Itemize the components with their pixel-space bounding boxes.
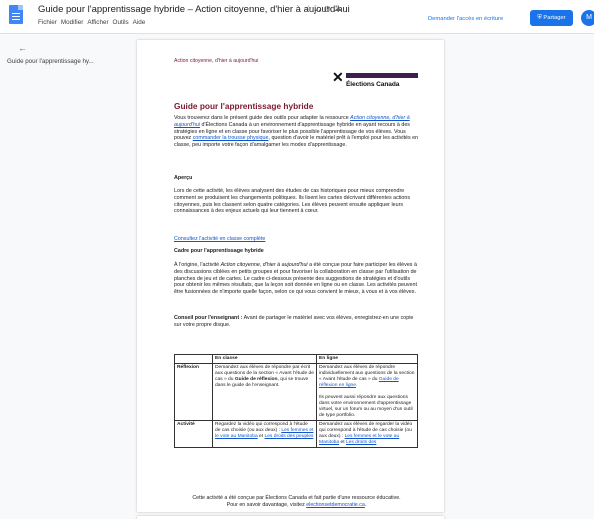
- back-arrow-icon[interactable]: ←: [18, 43, 27, 53]
- apercu-heading: Aperçu: [174, 175, 193, 181]
- menu-bar: Fichier Modifier Afficher Outils Aide: [38, 19, 149, 26]
- outline-item[interactable]: Guide pour l'apprentissage hy...: [7, 58, 94, 65]
- col-online: En ligne: [316, 354, 418, 364]
- menu-view[interactable]: Afficher: [87, 19, 108, 26]
- row-head-activite: Activité: [174, 419, 213, 448]
- hybrid-framework-table: En classe En ligne Réflexion Demandez au…: [174, 354, 418, 448]
- menu-file[interactable]: Fichier: [38, 19, 57, 26]
- cloud-status-icon[interactable]: ☁: [334, 4, 345, 13]
- menu-tools[interactable]: Outils: [113, 19, 129, 26]
- share-button[interactable]: ⛨ Partager: [530, 10, 573, 26]
- elections-canada-logo: ✕ Élections Canada: [332, 70, 418, 91]
- version-history-icon[interactable]: ◷: [324, 4, 334, 13]
- teacher-tip: Conseil pour l'enseignant : Avant de par…: [174, 315, 414, 328]
- docs-logo-icon[interactable]: [9, 5, 23, 24]
- cell-reflexion-class: Demandez aux élèves de répondre par écri…: [212, 362, 317, 421]
- request-edit-access-button[interactable]: Demander l'accès en écriture: [428, 11, 503, 27]
- page-title: Guide pour l'apprentissage hybride: [174, 101, 314, 111]
- top-bar: Guide pour l'apprentissage hybride – Act…: [0, 0, 594, 34]
- logo-text: Élections Canada: [346, 81, 400, 88]
- consult-activity-link[interactable]: Consultez l'activité en classe complète: [174, 236, 265, 242]
- star-icon[interactable]: ☆: [305, 4, 315, 13]
- tagline: Action citoyenne, d'hier à aujourd'hui: [174, 58, 259, 64]
- logo-bar: [346, 73, 418, 78]
- menu-edit[interactable]: Modifier: [61, 19, 83, 26]
- cadre-heading: Cadre pour l'apprentissage hybride: [174, 248, 264, 254]
- order-kit-link[interactable]: commander la trousse physique: [193, 135, 269, 141]
- document-page: Action citoyenne, d'hier à aujourd'hui ✕…: [137, 40, 444, 512]
- table-header-row: En classe En ligne: [174, 354, 418, 364]
- elections-website-link[interactable]: electionsetdemocratie.ca: [306, 502, 365, 508]
- table-row: Réflexion Demandez aux élèves de répondr…: [174, 362, 418, 421]
- logo-mark: ✕: [332, 71, 344, 86]
- consult-activity-link-wrap: Consultez l'activité en classe complète: [174, 236, 419, 243]
- cell-activite-class: Regardez la vidéo qui correspond à l'étu…: [212, 419, 317, 448]
- document-title[interactable]: Guide pour l'apprentissage hybride – Act…: [38, 4, 350, 15]
- menu-help[interactable]: Aide: [133, 19, 146, 26]
- page-footer: Cette activité a été conçue par Élection…: [192, 495, 401, 508]
- cadre-paragraph: À l'origine, l'activité Action citoyenne…: [174, 262, 417, 296]
- table-row: Activité Regardez la vidéo qui correspon…: [174, 419, 418, 448]
- cell-reflexion-online: Demandez aux élèves de répondre individu…: [316, 362, 418, 421]
- avatar[interactable]: M: [581, 10, 594, 26]
- share-label: Partager: [543, 15, 566, 21]
- intro-paragraph: Vous trouverez dans le présent guide des…: [174, 115, 419, 149]
- video-rights-online-link[interactable]: Les droits des: [346, 440, 376, 445]
- row-head-reflexion: Réflexion: [174, 362, 213, 421]
- title-icons: ☆⛬◷☁: [305, 4, 345, 14]
- lock-icon: ⛨: [537, 15, 542, 21]
- cell-activite-online: Demandez aux élèves de regarder la vidéo…: [316, 419, 418, 448]
- video-rights-link[interactable]: Les droits des peuples: [264, 434, 313, 439]
- apercu-paragraph: Lors de cette activité, les élèves analy…: [174, 188, 411, 215]
- col-in-class: En classe: [212, 354, 317, 364]
- move-to-drive-icon[interactable]: ⛬: [315, 4, 324, 13]
